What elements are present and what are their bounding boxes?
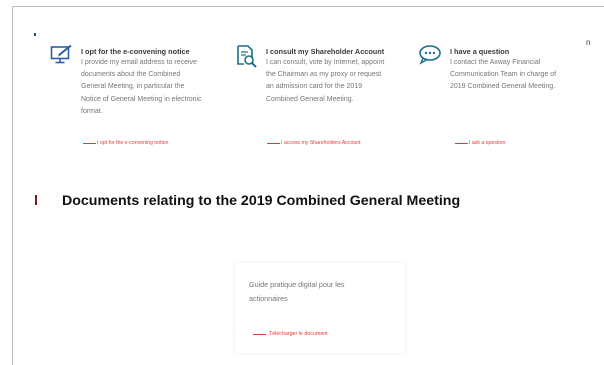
chat-bubble-icon — [418, 44, 444, 71]
link-dash — [267, 142, 280, 144]
ask-question-link[interactable]: I ask a question — [455, 140, 505, 146]
heading-accent-bar — [35, 195, 37, 205]
decorative-dot — [34, 33, 36, 36]
option-description: I provide my email address to receive do… — [81, 59, 202, 115]
link-dash — [455, 142, 468, 144]
document-title: Guide pratique digital pour les actionna… — [249, 280, 345, 303]
monitor-pen-icon — [50, 44, 74, 71]
option-description: I can consult, vote by Internet, appoint… — [266, 59, 385, 103]
option-title: I consult my Shareholder Account — [266, 47, 385, 56]
option-title: I have a question — [450, 47, 510, 56]
option-title: I opt for the e-convening notice — [81, 47, 190, 56]
link-dash — [83, 142, 96, 144]
stray-letter: n — [586, 38, 591, 47]
download-document-link[interactable]: Télécharger le document — [253, 331, 328, 337]
opt-e-convening-link[interactable]: I opt for the e-convening notice — [83, 140, 168, 146]
section-heading: Documents relating to the 2019 Combined … — [62, 193, 461, 209]
option-description: I contact the Axway Financial Communicat… — [450, 59, 557, 91]
document-search-icon — [235, 44, 259, 73]
link-dash — [253, 333, 266, 335]
document-card: Guide pratique digital pour les actionna… — [235, 263, 405, 353]
access-shareholder-account-link[interactable]: I access my Shareholders Account — [267, 140, 361, 146]
